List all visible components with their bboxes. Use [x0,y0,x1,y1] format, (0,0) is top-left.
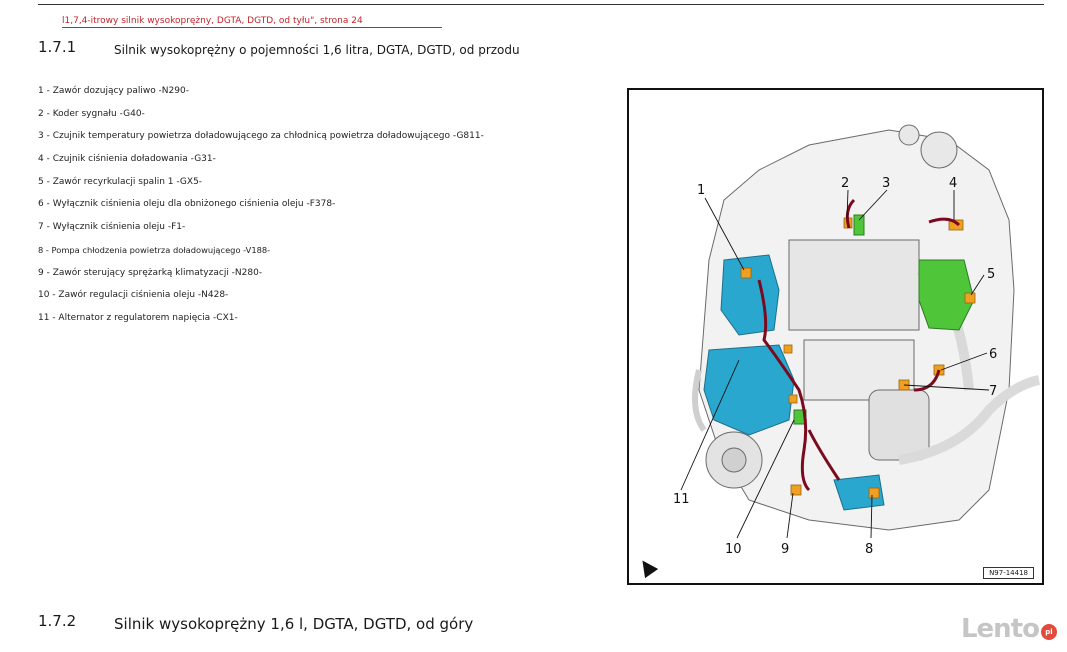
callout-6: 6 [989,347,997,362]
legend-item: 3 - Czujnik temperatury powietrza dołado… [38,131,484,142]
callout-2: 2 [841,176,849,191]
legend-item: 11 - Alternator z regulatorem napięcia -… [38,312,238,323]
legend-item: 2 - Koder sygnału -G40- [38,108,145,119]
legend-item: 9 - Zawór sterujący sprężarką klimatyzac… [38,267,263,278]
callout-1: 1 [697,183,705,198]
legend-item: 8 - Pompa chłodzenia powietrza doładowuj… [38,244,271,255]
callout-7: 7 [989,384,997,399]
section-2-number: 1.7.2 [38,612,77,630]
reference-link[interactable]: l1,7,4-itrowy silnik wysokoprężny, DGTA,… [62,16,442,28]
legend-item: 4 - Czujnik ciśnienia doładowania -G31- [38,154,216,165]
callout-10: 10 [725,542,742,557]
callout-3: 3 [882,176,890,191]
section-1-number: 1.7.1 [38,38,77,56]
legend-item: 7 - Wyłącznik ciśnienia oleju -F1- [38,222,186,233]
legend-item: 6 - Wyłącznik ciśnienia oleju dla obniżo… [38,199,336,210]
top-rule [38,4,1044,5]
watermark-logo: Lento pl [961,614,1057,644]
section-2-title: Silnik wysokoprężny 1,6 l, DGTA, DGTD, o… [114,615,474,633]
legend-item: 1 - Zawór dozujący paliwo -N290- [38,86,189,96]
callout-5: 5 [987,267,995,282]
legend-item: 5 - Zawór recyrkulacji spalin 1 -GX5- [38,176,203,187]
callout-11: 11 [673,492,690,507]
section-1-title: Silnik wysokoprężny o pojemności 1,6 lit… [114,43,520,57]
watermark-text: Lento [960,614,1040,644]
legend-item: 10 - Zawór regulacji ciśnienia oleju -N4… [38,290,229,301]
watermark-badge: pl [1041,624,1057,640]
callout-8: 8 [865,542,873,557]
callout-4: 4 [949,176,957,191]
engine-illustration: 1 2 3 4 5 6 7 8 9 10 11 [673,124,1041,557]
callout-9: 9 [781,542,789,557]
figure-code: N97-14418 [983,567,1034,579]
component-legend: 1 - Zawór dozujący paliwo -N290- 2 - Kod… [38,84,484,334]
engine-figure: 1 2 3 4 5 6 7 8 9 10 11 N97-14418 [627,88,1044,585]
